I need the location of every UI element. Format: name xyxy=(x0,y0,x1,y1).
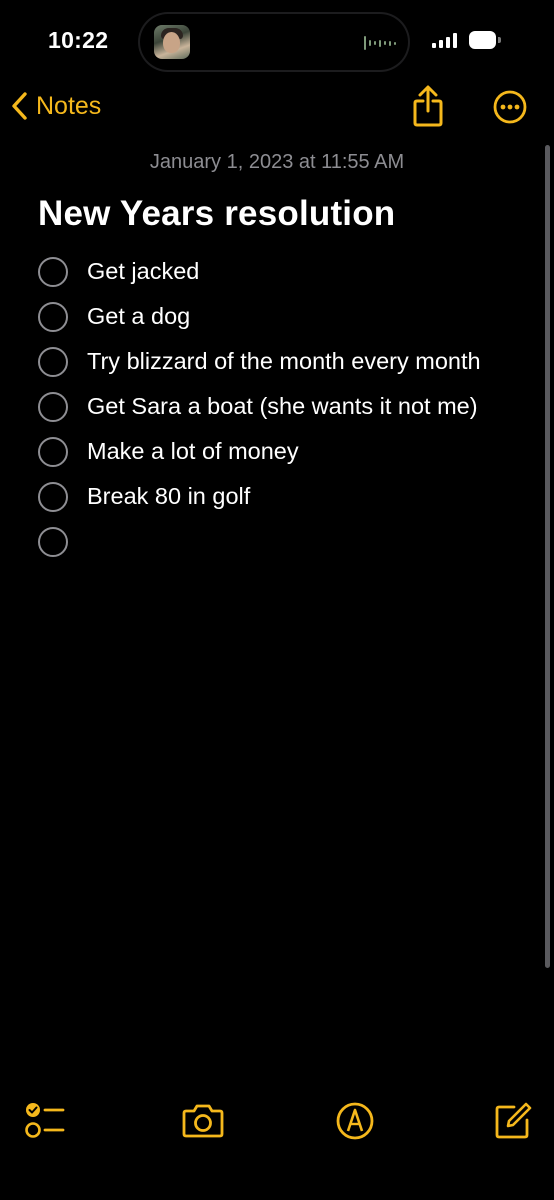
checklist-item-text[interactable]: Make a lot of money xyxy=(87,434,514,469)
scrollbar[interactable] xyxy=(545,145,550,968)
checklist-item-text[interactable]: Get Sara a boat (she wants it not me) xyxy=(87,389,514,424)
share-icon[interactable] xyxy=(412,84,444,128)
navigation-bar: Notes xyxy=(0,80,554,136)
checkbox[interactable] xyxy=(38,482,68,512)
checklist-item-text[interactable]: Break 80 in golf xyxy=(87,479,514,514)
audio-waveform-icon xyxy=(364,36,396,50)
checkbox[interactable] xyxy=(38,527,68,557)
checklist-item-text[interactable]: Get jacked xyxy=(87,254,514,289)
checklist-item[interactable]: Get Sara a boat (she wants it not me) xyxy=(0,389,554,425)
checklist-icon[interactable] xyxy=(22,1096,68,1144)
checkbox[interactable] xyxy=(38,437,68,467)
checklist-item-text[interactable]: Get a dog xyxy=(87,299,514,334)
markup-icon[interactable] xyxy=(332,1096,378,1144)
camera-icon[interactable] xyxy=(180,1096,226,1144)
note-title[interactable]: New Years resolution xyxy=(38,194,395,234)
checkbox[interactable] xyxy=(38,302,68,332)
checklist-item-empty[interactable] xyxy=(0,524,554,560)
checkbox[interactable] xyxy=(38,392,68,422)
more-icon[interactable] xyxy=(493,90,527,124)
compose-icon[interactable] xyxy=(490,1096,536,1144)
caller-avatar xyxy=(154,25,190,59)
bottom-toolbar xyxy=(0,1096,554,1148)
battery-icon xyxy=(469,31,501,49)
checklist-item[interactable]: Get jacked xyxy=(0,254,554,290)
checklist-item[interactable]: Break 80 in golf xyxy=(0,479,554,515)
back-button[interactable]: Notes xyxy=(10,90,101,122)
chevron-left-icon xyxy=(12,92,27,120)
checklist-item[interactable]: Make a lot of money xyxy=(0,434,554,470)
status-time: 10:22 xyxy=(48,27,109,53)
note-date: January 1, 2023 at 11:55 AM xyxy=(149,151,405,173)
cellular-signal-icon xyxy=(432,33,457,48)
status-bar: 10:22 xyxy=(0,0,554,86)
checkbox[interactable] xyxy=(38,347,68,377)
back-label: Notes xyxy=(36,92,102,120)
checkbox[interactable] xyxy=(38,257,68,287)
checklist-item-text[interactable]: Try blizzard of the month every month xyxy=(87,344,514,379)
dynamic-island[interactable] xyxy=(140,14,408,70)
home-indicator[interactable] xyxy=(140,1184,414,1190)
checklist: Get jacked Get a dog Try blizzard of the… xyxy=(0,254,554,569)
checklist-item[interactable]: Get a dog xyxy=(0,299,554,335)
checklist-item[interactable]: Try blizzard of the month every month xyxy=(0,344,554,380)
